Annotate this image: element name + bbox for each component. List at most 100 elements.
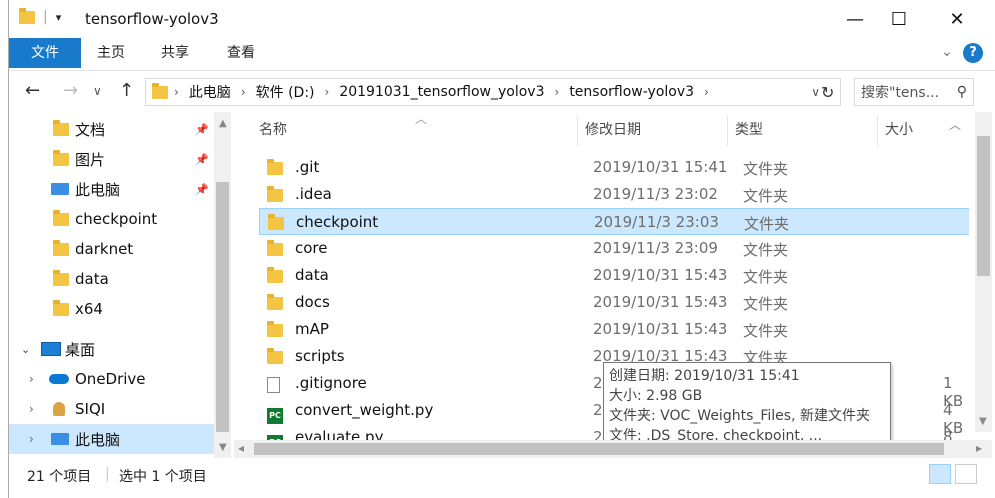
folder-icon: [268, 214, 284, 234]
column-header-size[interactable]: 大小: [885, 112, 913, 148]
chevron-right-icon[interactable]: ›: [29, 432, 34, 446]
pin-icon: 📌: [195, 182, 209, 196]
file-row[interactable]: data 2019/10/31 15:43 文件夹: [259, 262, 969, 289]
nav-item-checkpoint[interactable]: checkpoint: [9, 204, 214, 234]
close-button[interactable]: ✕: [929, 0, 985, 38]
column-divider[interactable]: [577, 116, 578, 146]
forward-button[interactable]: →: [63, 80, 78, 101]
column-header-date[interactable]: 修改日期: [585, 112, 641, 148]
breadcrumb-chevron-icon[interactable]: ›: [235, 85, 252, 99]
scroll-down-icon[interactable]: ▼: [979, 416, 987, 427]
breadcrumb-chevron-icon[interactable]: ›: [168, 85, 185, 99]
file-date: 2019/11/3 23:03: [594, 213, 719, 231]
up-button[interactable]: ↑: [119, 80, 134, 101]
tab-share[interactable]: 共享: [147, 38, 203, 68]
file-list-scroll-thumb[interactable]: [977, 136, 990, 276]
file-row[interactable]: core 2019/11/3 23:09 文件夹: [259, 235, 969, 262]
address-bar[interactable]: › 此电脑 › 软件 (D:) › 20191031_tensorflow_yo…: [145, 78, 841, 106]
pin-icon: 📌: [195, 152, 209, 166]
folder-icon: [267, 159, 283, 179]
file-type: 文件夹: [743, 160, 789, 178]
scroll-down-icon[interactable]: ▼: [219, 442, 227, 453]
file-name[interactable]: .gitignore: [295, 374, 367, 392]
tooltip-size: 大小: 2.98 GB: [609, 388, 703, 404]
back-button[interactable]: ←: [25, 80, 40, 101]
folder-icon: [267, 267, 283, 287]
horizontal-scrollbar[interactable]: ◂ ▸: [234, 440, 992, 458]
documents-icon: [53, 119, 69, 136]
file-name[interactable]: convert_weight.py: [295, 401, 433, 419]
file-name[interactable]: scripts: [295, 347, 345, 365]
file-name[interactable]: checkpoint: [296, 213, 378, 231]
scroll-left-icon[interactable]: ◂: [238, 441, 244, 455]
file-row[interactable]: .idea 2019/11/3 23:02 文件夹: [259, 181, 969, 208]
chevron-down-icon[interactable]: ⌄: [21, 343, 30, 356]
nav-item-desktop[interactable]: ⌄ 桌面: [9, 334, 214, 364]
nav-item-documents[interactable]: 文档 📌: [9, 114, 214, 144]
search-input[interactable]: 搜索"tens... ⚲: [854, 78, 974, 106]
breadcrumb-chevron-icon[interactable]: ›: [319, 85, 336, 99]
maximize-button[interactable]: ☐: [871, 0, 927, 38]
file-row[interactable]: .git 2019/10/31 15:41 文件夹: [259, 154, 969, 181]
file-name[interactable]: data: [295, 266, 329, 284]
expand-ribbon-icon[interactable]: ⌄: [941, 44, 953, 60]
nav-item-data[interactable]: data: [9, 264, 214, 294]
file-name[interactable]: mAP: [295, 320, 329, 338]
folder-icon: [19, 7, 35, 24]
address-dropdown-icon[interactable]: ∨: [811, 85, 820, 99]
file-name[interactable]: docs: [295, 293, 330, 311]
qat-divider: |: [43, 9, 48, 25]
details-view-icon[interactable]: [929, 464, 951, 484]
window-title: tensorflow-yolov3: [85, 10, 219, 28]
chevron-right-icon[interactable]: ›: [29, 372, 34, 386]
text-file-icon: [267, 377, 280, 397]
pycharm-file-icon: PC: [267, 404, 283, 424]
nav-item-this-pc[interactable]: › 此电脑: [9, 424, 214, 454]
status-selected-count: 选中 1 个项目: [119, 469, 207, 485]
file-type: 文件夹: [743, 268, 789, 286]
scroll-up-icon[interactable]: ▲: [219, 118, 227, 129]
horizontal-scroll-thumb[interactable]: [254, 443, 944, 455]
column-divider[interactable]: [877, 116, 878, 146]
file-list-scrollbar[interactable]: ▼: [975, 112, 992, 432]
sort-ascending-icon: ︿: [415, 112, 428, 126]
nav-scroll-thumb[interactable]: [216, 182, 229, 432]
file-type: 文件夹: [744, 215, 790, 233]
file-name[interactable]: core: [295, 239, 328, 257]
nav-item-x64[interactable]: x64: [9, 294, 214, 324]
large-icons-view-icon[interactable]: [955, 464, 977, 484]
file-row[interactable]: mAP 2019/10/31 15:43 文件夹: [259, 316, 969, 343]
breadcrumb-chevron-icon[interactable]: ›: [549, 85, 566, 99]
column-divider[interactable]: [727, 116, 728, 146]
tab-view[interactable]: 查看: [213, 38, 269, 68]
tab-home[interactable]: 主页: [83, 38, 139, 68]
nav-scrollbar[interactable]: ▲ ▼: [214, 112, 231, 458]
folder-icon: [267, 348, 283, 368]
folder-icon: [53, 239, 69, 256]
file-row[interactable]: checkpoint 2019/11/3 23:03 文件夹: [259, 208, 969, 235]
breadcrumb-chevron-icon[interactable]: ›: [698, 85, 715, 99]
help-icon[interactable]: ?: [963, 43, 983, 63]
file-row[interactable]: docs 2019/10/31 15:43 文件夹: [259, 289, 969, 316]
nav-item-darknet[interactable]: darknet: [9, 234, 214, 264]
column-header-type[interactable]: 类型: [735, 112, 763, 148]
nav-item-onedrive[interactable]: › OneDrive: [9, 364, 214, 394]
scroll-right-icon[interactable]: ▸: [976, 441, 982, 455]
nav-item-siqi[interactable]: › SIQI: [9, 394, 214, 424]
breadcrumb-current-folder[interactable]: tensorflow-yolov3: [565, 84, 698, 100]
chevron-right-icon[interactable]: ›: [29, 402, 34, 416]
search-icon[interactable]: ⚲: [957, 84, 967, 100]
qat-dropdown-icon[interactable]: ▾: [56, 11, 62, 24]
breadcrumb-project-folder[interactable]: 20191031_tensorflow_yolov3: [335, 84, 548, 100]
refresh-icon[interactable]: ↻: [821, 83, 834, 102]
file-name[interactable]: .git: [295, 158, 319, 176]
nav-item-pictures[interactable]: 图片 📌: [9, 144, 214, 174]
breadcrumb-drive[interactable]: 软件 (D:): [252, 82, 319, 102]
breadcrumb-this-pc[interactable]: 此电脑: [185, 82, 235, 102]
column-header-name[interactable]: 名称: [259, 112, 287, 148]
tab-file[interactable]: 文件: [9, 38, 81, 68]
file-name[interactable]: .idea: [295, 185, 332, 203]
nav-item-this-pc-pinned[interactable]: 此电脑 📌: [9, 174, 214, 204]
recent-locations-icon[interactable]: ∨: [93, 84, 102, 98]
chevron-up-icon[interactable]: ︿: [949, 116, 961, 133]
